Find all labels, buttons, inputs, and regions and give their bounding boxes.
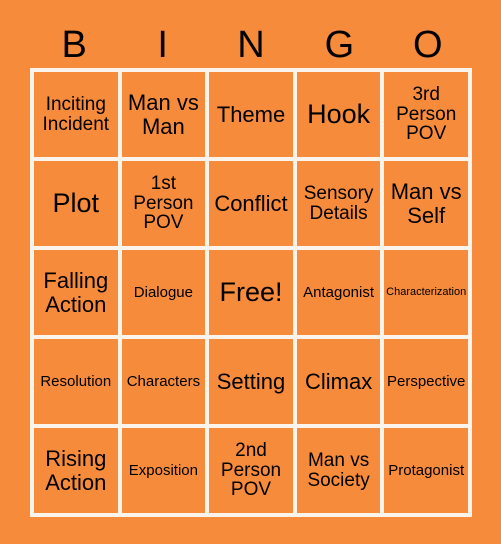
header-letter-i: I [157,24,168,66]
bingo-cell-n1[interactable]: Theme [209,72,293,157]
bingo-cell-i3[interactable]: Dialogue [121,250,206,335]
bingo-cell-i2[interactable]: 1st Person POV [121,161,206,246]
bingo-card: B I N G O Inciting Incident Man vs Man T… [0,0,501,544]
bingo-cell-b3[interactable]: Falling Action [34,250,118,335]
bingo-cell-i1[interactable]: Man vs Man [121,72,206,157]
bingo-header: B I N G O [30,22,472,68]
header-letter-n: N [237,24,265,66]
bingo-cell-n2[interactable]: Conflict [209,161,293,246]
bingo-cell-o2[interactable]: Man vs Self [384,161,468,246]
bingo-cell-i4[interactable]: Characters [121,339,206,424]
bingo-cell-o4[interactable]: Perspective [384,339,468,424]
bingo-cell-g2[interactable]: Sensory Details [296,161,381,246]
bingo-cell-b1[interactable]: Inciting Incident [34,72,118,157]
bingo-cell-g5[interactable]: Man vs Society [296,428,381,513]
bingo-cell-b5[interactable]: Rising Action [34,428,118,513]
bingo-cell-g3[interactable]: Antagonist [296,250,381,335]
header-letter-o: O [413,24,443,66]
bingo-cell-b2[interactable]: Plot [34,161,118,246]
bingo-cell-i5[interactable]: Exposition [121,428,206,513]
bingo-cell-o1[interactable]: 3rd Person POV [384,72,468,157]
header-letter-g: G [324,24,355,66]
header-letter-b: B [61,24,87,66]
bingo-grid: Inciting Incident Man vs Man Theme Hook … [30,68,472,517]
bingo-cell-n4[interactable]: Setting [209,339,293,424]
bingo-cell-g1[interactable]: Hook [296,72,381,157]
bingo-cell-free-space[interactable]: Free! [209,250,293,335]
bingo-cell-b4[interactable]: Resolution [34,339,118,424]
bingo-cell-g4[interactable]: Climax [296,339,381,424]
bingo-cell-o3[interactable]: Characterization [384,250,468,335]
bingo-cell-o5[interactable]: Protagonist [384,428,468,513]
bingo-cell-n5[interactable]: 2nd Person POV [209,428,293,513]
